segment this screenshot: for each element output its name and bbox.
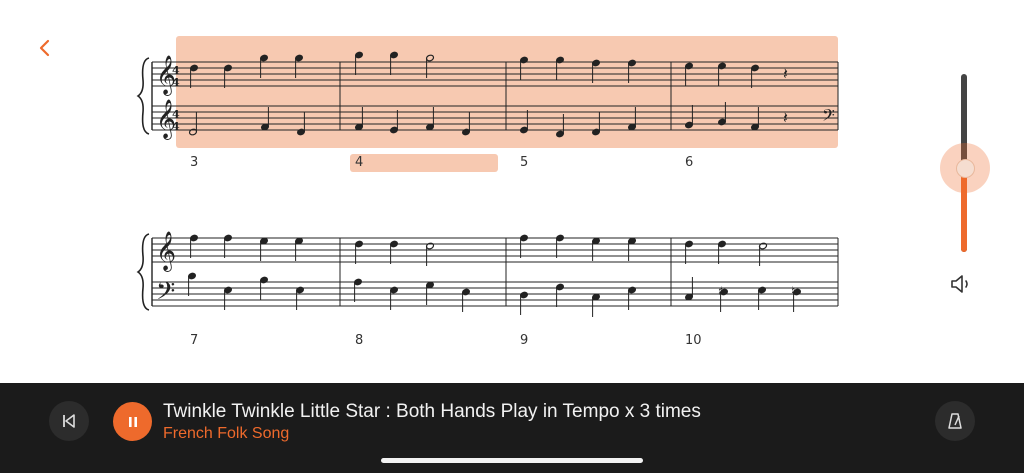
song-title: Twinkle Twinkle Little Star : Both Hands… [163, 401, 701, 422]
svg-text:4: 4 [172, 76, 180, 89]
player-bar: Twinkle Twinkle Little Star : Both Hands… [0, 383, 1024, 473]
metronome-button[interactable] [935, 401, 975, 441]
pause-button[interactable] [113, 402, 152, 441]
skip-back-icon [63, 414, 75, 428]
measure-number: 3 [190, 155, 199, 170]
quarter-rest: 𝄽 [783, 64, 788, 83]
volume-button[interactable] [949, 273, 975, 295]
previous-button[interactable] [49, 401, 89, 441]
measure-number-current: 4 [355, 155, 364, 170]
measure-number: 5 [520, 155, 529, 170]
svg-text:𝄢: 𝄢 [156, 277, 175, 312]
svg-text:𝄢: 𝄢 [822, 105, 835, 129]
measure-number: 6 [685, 155, 694, 170]
speaker-icon [951, 275, 968, 293]
volume-slider-knob [956, 159, 975, 178]
pause-icon [128, 416, 137, 427]
measure-number: 9 [520, 333, 529, 348]
measure-number: 8 [355, 333, 364, 348]
measure-number: 7 [190, 333, 199, 348]
measure-number: 10 [685, 333, 702, 348]
svg-text:4: 4 [172, 120, 180, 133]
accidental: ♯ [718, 284, 724, 298]
song-composer: French Folk Song [163, 425, 290, 442]
quarter-rest: 𝄽 [783, 108, 788, 127]
metronome-icon [948, 413, 962, 429]
staff-svg: 𝄞 𝄞 𝄞 𝄢 𝄢 4 4 4 4 𝄽𝄽♯ ♮ [136, 51, 839, 317]
home-indicator [381, 458, 643, 463]
accidental: ♮ [791, 284, 795, 298]
sheet-music: 𝄞 𝄞 𝄞 𝄢 𝄢 4 4 4 4 𝄽 𝄽 ♯ ♮ 3 4 5 6 7 8 9 10 [0, 0, 1024, 380]
svg-text:𝄞: 𝄞 [156, 231, 176, 272]
